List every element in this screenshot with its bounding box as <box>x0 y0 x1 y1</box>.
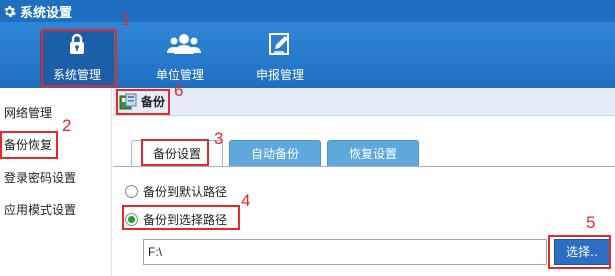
radio-button-checked[interactable] <box>125 212 138 226</box>
nav-label: 申报管理 <box>255 68 304 82</box>
radio-button[interactable] <box>125 184 138 198</box>
tab-divider <box>113 166 615 167</box>
nav-report-management[interactable]: 申报管理 <box>240 30 320 86</box>
content-panel: 备份 备份设置 自动备份 恢复设置 备份到默认路径 备份到选择路径 选择.. <box>113 88 615 276</box>
users-icon <box>166 30 201 58</box>
sidebar-item-network[interactable]: 网络管理 <box>4 100 52 126</box>
sidebar-item-login-password[interactable]: 登录密码设置 <box>4 165 76 191</box>
title-bar: 系统设置 <box>0 0 615 22</box>
tab-auto-backup[interactable]: 自动备份 <box>229 140 321 166</box>
annotation-number-6: 6 <box>174 81 184 100</box>
annotation-number-5: 5 <box>586 213 596 232</box>
tab-restore-settings[interactable]: 恢复设置 <box>327 140 419 166</box>
tab-strip: 备份设置 自动备份 恢复设置 <box>131 140 425 166</box>
sidebar: 网络管理 备份恢复 登录密码设置 应用模式设置 <box>0 88 112 276</box>
lock-icon <box>63 30 91 58</box>
edit-icon <box>266 30 294 58</box>
radio-label: 备份到选择路径 <box>143 212 228 227</box>
annotation-number-3: 3 <box>214 129 224 148</box>
gear-icon <box>2 4 16 18</box>
top-nav: 系统管理 单位管理 申报管理 <box>0 22 615 88</box>
nav-unit-management[interactable]: 单位管理 <box>140 30 220 86</box>
sidebar-item-app-mode[interactable]: 应用模式设置 <box>4 197 76 223</box>
radio-label: 备份到默认路径 <box>143 184 228 199</box>
radio-default-path[interactable]: 备份到默认路径 <box>125 181 227 201</box>
radio-selected-path[interactable]: 备份到选择路径 <box>125 209 227 229</box>
nav-system-management[interactable]: 系统管理 <box>40 30 114 86</box>
annotation-number-4: 4 <box>241 191 251 210</box>
window-title: 系统设置 <box>20 5 73 21</box>
path-input[interactable] <box>143 239 547 265</box>
annotation-number-1: 1 <box>121 10 131 29</box>
annotation-number-2: 2 <box>62 116 72 135</box>
breadcrumb: 备份 <box>113 88 615 116</box>
sidebar-item-backup-restore[interactable]: 备份恢复 <box>4 132 52 158</box>
tab-backup-settings[interactable]: 备份设置 <box>131 140 223 166</box>
nav-label: 系统管理 <box>52 68 101 82</box>
backup-icon <box>119 93 137 111</box>
breadcrumb-label: 备份 <box>141 95 166 109</box>
choose-path-button[interactable]: 选择.. <box>554 239 610 265</box>
